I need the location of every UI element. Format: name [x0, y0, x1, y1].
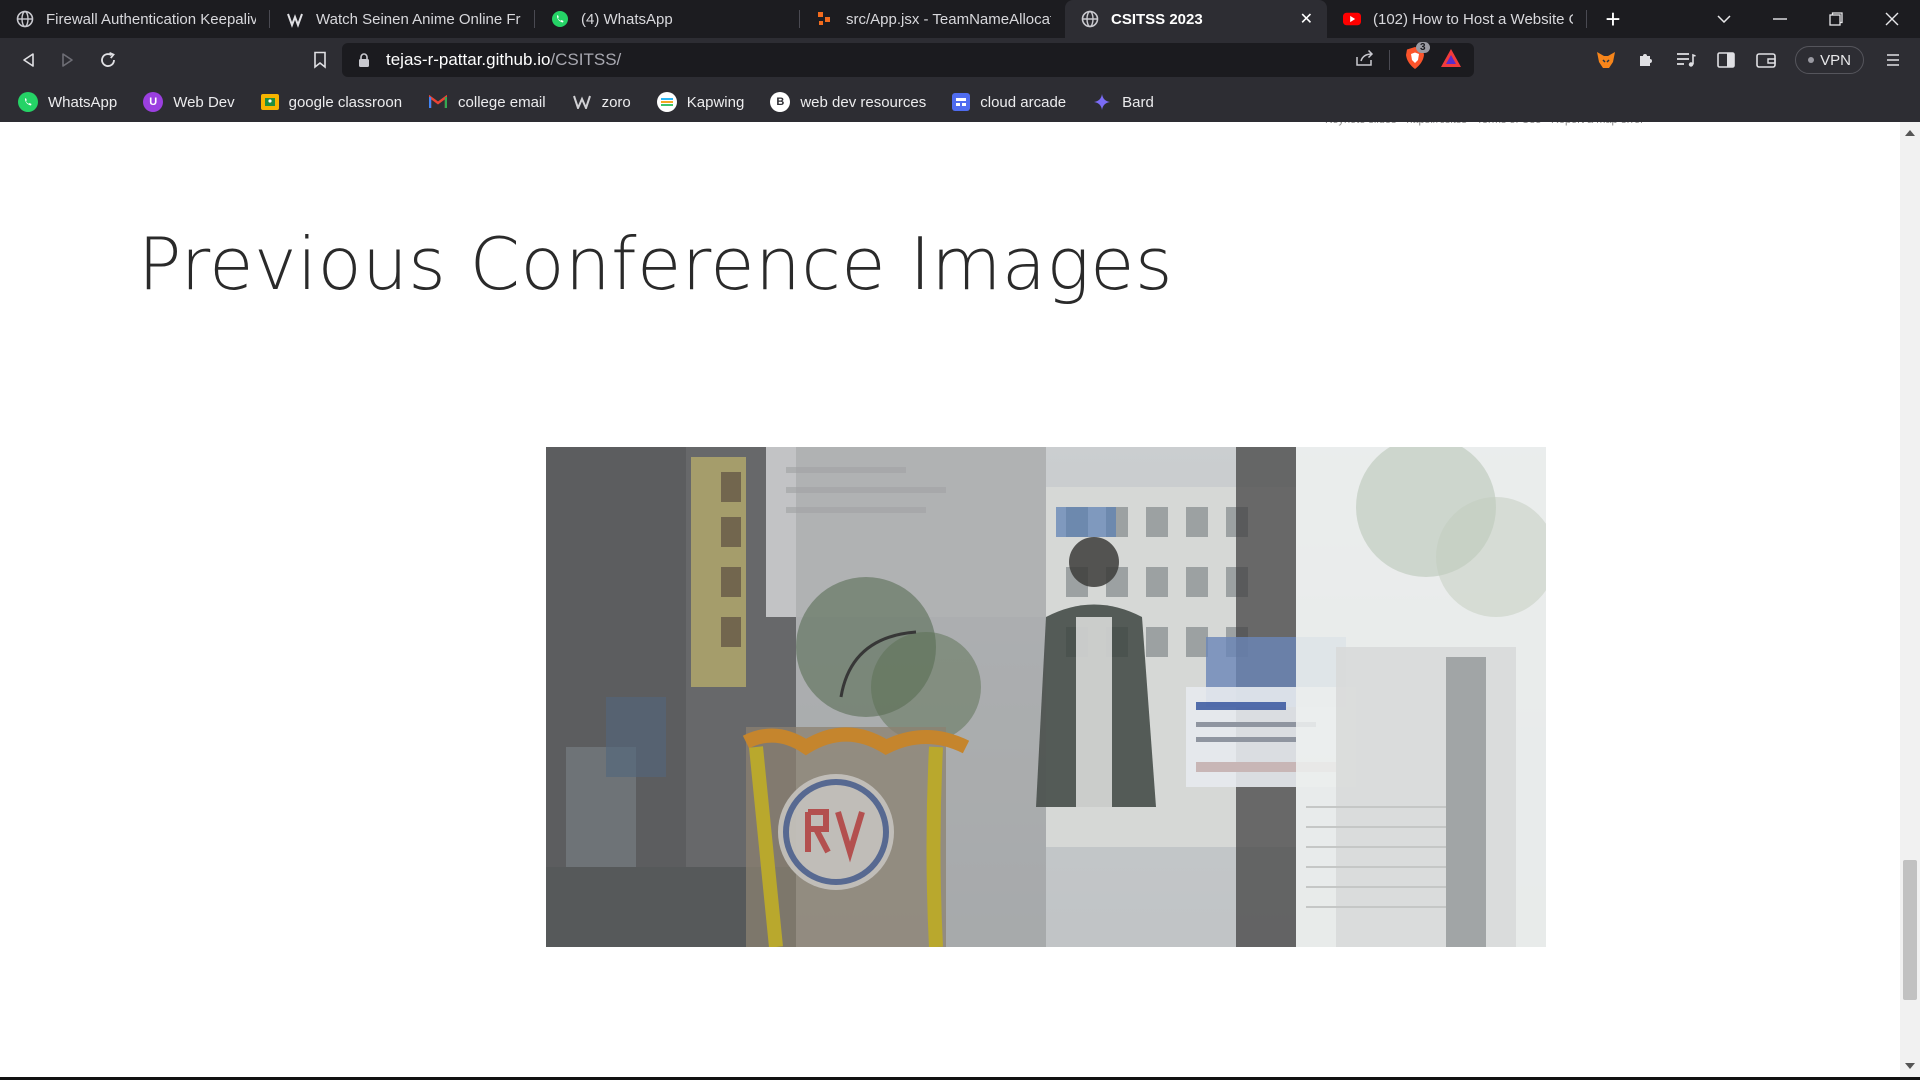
bookmarks-bar: WhatsApp U Web Dev google classroon coll… [0, 82, 1920, 122]
bookmark-label: web dev resources [800, 93, 927, 111]
bookmark-label: Web Dev [173, 93, 235, 111]
tab-label: (102) How to Host a Website On [1373, 10, 1573, 28]
scroll-up-arrow-icon[interactable] [1905, 130, 1915, 136]
bookmark-web-dev[interactable]: U Web Dev [143, 92, 235, 112]
bookmark-label: google classroon [288, 93, 403, 111]
bookmark-whatsapp[interactable]: WhatsApp [18, 92, 117, 112]
tab-codesandbox[interactable]: src/App.jsx - TeamNameAllocator [800, 0, 1065, 38]
tab-label: CSITSS 2023 [1111, 10, 1203, 28]
tab-label: (4) WhatsApp [581, 10, 673, 28]
forward-icon[interactable] [48, 40, 88, 80]
shields-count-badge: 3 [1416, 41, 1430, 53]
bookmark-bard[interactable]: Bard [1092, 92, 1154, 112]
bookmark-kapwing[interactable]: Kapwing [656, 92, 745, 112]
back-icon[interactable] [8, 40, 48, 80]
bookmark-page-icon[interactable] [300, 40, 340, 80]
restore-icon[interactable] [1808, 0, 1864, 38]
bookmark-zoro[interactable]: zoro [572, 92, 631, 112]
bookmark-icon: B [770, 92, 791, 112]
close-tab-icon[interactable]: ✕ [1292, 9, 1313, 29]
url-path: /CSITSS/ [550, 50, 622, 69]
tab-whatsapp[interactable]: (4) WhatsApp [535, 0, 800, 38]
gmail-icon [428, 92, 448, 112]
share-icon[interactable] [1355, 49, 1375, 72]
tab-label: Watch Seinen Anime Online Free [316, 10, 521, 28]
conference-photo-collage [546, 447, 1546, 947]
browser-toolbar: tejas-r-pattar.github.io/CSITSS/ 3 VPN [0, 38, 1920, 82]
url-text: tejas-r-pattar.github.io/CSITSS/ [386, 50, 621, 70]
menu-hamburger-icon[interactable] [1876, 43, 1910, 77]
cut-off-footer-text: Keynote slides · https://csitss · Terms … [1325, 122, 1765, 130]
bookmark-label: Bard [1122, 93, 1154, 111]
section-title: Previous Conference Images [138, 222, 1173, 306]
tab-strip: Firewall Authentication Keepalive Watch … [0, 0, 1920, 38]
metamask-fox-icon[interactable] [1589, 43, 1623, 77]
lock-icon [358, 52, 372, 68]
bookmark-label: zoro [601, 93, 631, 111]
scrollbar-thumb[interactable] [1903, 860, 1917, 1000]
web-dev-icon: U [143, 92, 164, 112]
new-tab-button[interactable]: + [1587, 0, 1639, 38]
extensions-puzzle-icon[interactable] [1629, 43, 1663, 77]
scroll-down-arrow-icon[interactable] [1905, 1063, 1915, 1069]
bard-icon [1092, 92, 1112, 112]
brave-shields-icon[interactable]: 3 [1404, 41, 1430, 75]
bookmark-label: cloud arcade [980, 93, 1067, 111]
vpn-label: VPN [1820, 51, 1851, 69]
minimize-icon[interactable] [1752, 0, 1808, 38]
reload-icon[interactable] [88, 40, 128, 80]
address-bar[interactable]: tejas-r-pattar.github.io/CSITSS/ 3 [342, 41, 1474, 77]
bookmark-google-classroom[interactable]: google classroon [260, 93, 403, 111]
bookmark-college-email[interactable]: college email [428, 92, 546, 112]
tab-anime[interactable]: Watch Seinen Anime Online Free [270, 0, 535, 38]
zoro-icon [572, 92, 592, 112]
playlist-icon[interactable] [1669, 43, 1703, 77]
conference-image-carousel[interactable] [546, 447, 1546, 947]
cloud-arcade-icon [952, 93, 971, 111]
tab-search-chevron-icon[interactable] [1696, 0, 1752, 38]
tab-csitss[interactable]: CSITSS 2023 ✕ [1065, 0, 1327, 38]
brave-rewards-icon[interactable] [1440, 48, 1462, 73]
url-host: tejas-r-pattar.github.io [386, 50, 551, 69]
page-scrollbar[interactable] [1900, 122, 1920, 1077]
bookmark-label: WhatsApp [48, 93, 118, 111]
bookmark-label: college email [458, 93, 546, 111]
zoro-icon [286, 10, 304, 28]
vpn-status-dot [1808, 57, 1815, 63]
bookmark-label: Kapwing [686, 93, 745, 111]
tab-label: Firewall Authentication Keepalive [46, 10, 256, 28]
bookmark-web-dev-resources[interactable]: B web dev resources [770, 92, 926, 112]
sidebar-toggle-icon[interactable] [1709, 43, 1743, 77]
toolbar-right: VPN [1589, 38, 1920, 82]
page-viewport: Keynote slides · https://csitss · Terms … [0, 122, 1900, 1077]
wallet-icon[interactable] [1749, 43, 1783, 77]
globe-icon [1081, 10, 1099, 28]
youtube-icon [1343, 10, 1361, 28]
google-classroom-icon [260, 94, 279, 110]
kapwing-icon [656, 92, 677, 112]
bookmark-cloud-arcade[interactable]: cloud arcade [952, 93, 1066, 111]
tab-firewall[interactable]: Firewall Authentication Keepalive [0, 0, 270, 38]
tab-youtube[interactable]: (102) How to Host a Website On [1327, 0, 1587, 38]
globe-icon [16, 10, 34, 28]
whatsapp-icon [18, 92, 38, 112]
codesandbox-icon [816, 10, 834, 28]
vpn-button[interactable]: VPN [1795, 46, 1864, 74]
whatsapp-icon [551, 10, 569, 28]
close-window-icon[interactable] [1864, 0, 1920, 38]
tab-label: src/App.jsx - TeamNameAllocator [846, 10, 1051, 28]
